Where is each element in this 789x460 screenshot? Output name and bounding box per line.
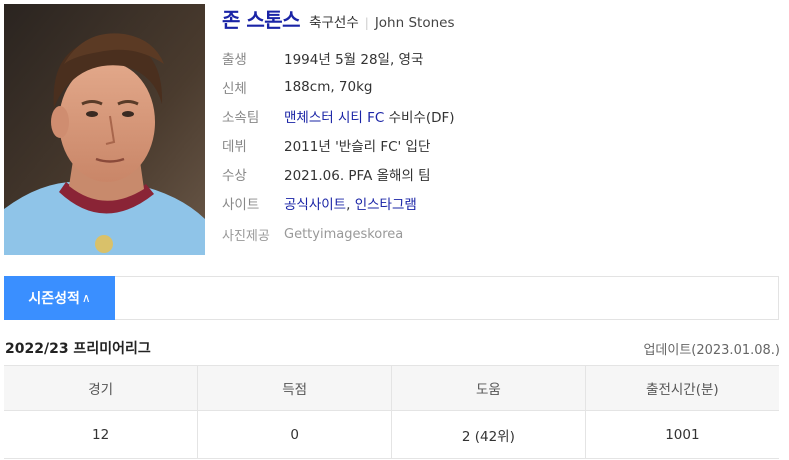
photo-credit-row: 사진제공 Gettyimageskorea xyxy=(222,220,782,249)
official-site-link[interactable]: 공식사이트 xyxy=(284,197,346,213)
cell-assists: 2 (42위) xyxy=(391,410,586,459)
detail-row-award: 수상 2021.06. PFA 올해의 팀 xyxy=(222,159,782,188)
season-stats-table: 경기 득점 도움 출전시간(분) 12 0 2 (42위) 1001 xyxy=(4,365,779,459)
header-assists: 도움 xyxy=(391,365,586,411)
detail-value: 2011년 '반슬리 FC' 입단 xyxy=(284,138,431,155)
table-row: 12 0 2 (42위) 1001 xyxy=(4,410,779,459)
team-link[interactable]: 맨체스터 시티 FC xyxy=(284,110,384,126)
detail-row-team: 소속팀 맨체스터 시티 FC 수비수(DF) xyxy=(222,101,782,130)
season-stats-tab[interactable]: 시즌성적 ∧ xyxy=(4,276,115,320)
cell-games: 12 xyxy=(4,410,198,459)
chevron-up-icon: ∧ xyxy=(81,291,91,305)
table-header-row: 경기 득점 도움 출전시간(분) xyxy=(4,365,779,411)
cell-minutes: 1001 xyxy=(584,410,779,459)
detail-label: 데뷔 xyxy=(222,138,247,155)
player-photo-image xyxy=(4,4,205,255)
detail-value: 1994년 5월 28일, 영국 xyxy=(284,51,424,68)
header-games: 경기 xyxy=(4,365,198,411)
position-text: 수비수(DF) xyxy=(384,109,455,126)
detail-label: 수상 xyxy=(222,167,247,184)
season-tab-label: 시즌성적 xyxy=(28,291,80,307)
detail-label: 소속팀 xyxy=(222,109,260,126)
detail-row-debut: 데뷔 2011년 '반슬리 FC' 입단 xyxy=(222,130,782,159)
detail-row-birth: 출생 1994년 5월 28일, 영국 xyxy=(222,43,782,72)
season-tab-bar: 시즌성적 ∧ xyxy=(4,276,779,320)
detail-label: 신체 xyxy=(222,80,247,97)
league-title: 2022/23 프리미어리그 xyxy=(5,341,151,357)
detail-value: 2021.06. PFA 올해의 팀 xyxy=(284,167,431,184)
credit-label: 사진제공 xyxy=(222,229,270,244)
detail-value: 공식사이트, 인스타그램 xyxy=(284,193,417,213)
player-header: 존 스톤스 축구선수 | John Stones xyxy=(222,4,782,34)
detail-row-site: 사이트 공식사이트, 인스타그램 xyxy=(222,188,782,217)
player-name[interactable]: 존 스톤스 xyxy=(222,4,301,33)
detail-row-body: 신체 188cm, 70kg xyxy=(222,72,782,101)
league-header: 2022/23 프리미어리그 업데이트(2023.01.08.) xyxy=(5,338,780,358)
instagram-link[interactable]: 인스타그램 xyxy=(355,197,417,213)
update-date: 업데이트(2023.01.08.) xyxy=(643,342,780,358)
detail-label: 출생 xyxy=(222,51,247,68)
player-details: 출생 1994년 5월 28일, 영국 신체 188cm, 70kg 소속팀 맨… xyxy=(222,43,782,249)
cell-goals: 0 xyxy=(197,410,392,459)
detail-label: 사이트 xyxy=(222,196,260,213)
credit-value: Gettyimageskorea xyxy=(284,227,404,242)
detail-value: 188cm, 70kg xyxy=(284,78,373,95)
site-comma: , xyxy=(346,196,355,213)
player-photo xyxy=(4,4,205,255)
player-info: 존 스톤스 축구선수 | John Stones 출생 1994년 5월 28일… xyxy=(222,4,782,249)
detail-value: 맨체스터 시티 FC 수비수(DF) xyxy=(284,106,455,126)
header-goals: 득점 xyxy=(197,365,392,411)
player-occupation: 축구선수 xyxy=(309,15,359,31)
header-minutes: 출전시간(분) xyxy=(584,365,779,411)
name-separator: | xyxy=(364,16,369,30)
player-english-name: John Stones xyxy=(374,15,455,31)
